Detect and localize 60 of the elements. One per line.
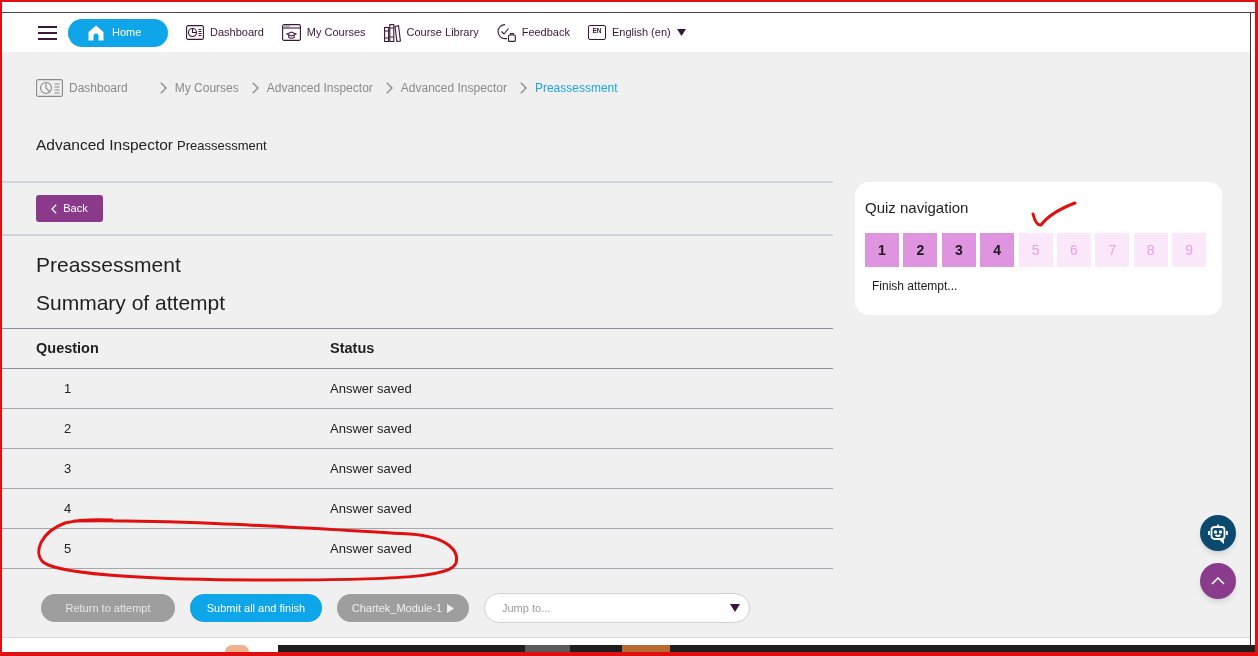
nav-link[interactable]: Feedback	[496, 23, 570, 42]
table-cell-text: Answer saved	[330, 419, 412, 438]
question-button[interactable]: 2	[903, 233, 938, 267]
menu-icon[interactable]	[38, 25, 57, 40]
return-button[interactable]: Return to attempt	[41, 594, 175, 622]
chevron-right-icon	[519, 82, 527, 94]
breadcrumb-link[interactable]: Dashboard	[69, 79, 128, 97]
caret-down-icon	[676, 29, 686, 36]
question-button[interactable]: 3	[941, 233, 976, 267]
column-header: Question	[35, 338, 100, 358]
finish-attempt-link[interactable]: Finish attempt...	[872, 277, 958, 295]
page-title: Advanced Inspector	[36, 135, 173, 155]
robot-icon	[1207, 522, 1229, 544]
table-cell-text: 1	[63, 379, 73, 398]
nav-link[interactable]: Dashboard	[186, 24, 264, 41]
play-icon	[447, 603, 455, 613]
chevron-up-icon	[1211, 577, 1225, 585]
table-cell-text: 5	[63, 539, 73, 558]
chart-panel-icon	[186, 25, 204, 40]
table-cell-text: Answer saved	[330, 459, 412, 478]
chart-panel-icon	[36, 79, 63, 97]
table-cell-text: Answer saved	[330, 379, 412, 398]
chevron-right-icon	[251, 82, 259, 94]
table-cell-text: Answer saved	[330, 539, 412, 558]
question-button[interactable]: 4	[980, 233, 1015, 267]
chevron-right-icon	[385, 82, 393, 94]
page-subtitle: Preassessment	[177, 137, 267, 155]
section-heading: Preassessment	[36, 252, 181, 278]
breadcrumb-link[interactable]: Advanced Inspector	[400, 79, 507, 97]
question-button[interactable]: 8	[1133, 233, 1168, 267]
chevron-right-icon	[159, 82, 167, 94]
breadcrumb-link[interactable]: Advanced Inspector	[266, 79, 373, 97]
next-activity-button[interactable]: Chartek_Module-1	[337, 594, 469, 622]
question-button[interactable]: 6	[1056, 233, 1091, 267]
submit-button[interactable]: Submit all and finish	[190, 594, 322, 622]
home-icon	[88, 24, 104, 41]
nav-link[interactable]: My Courses	[281, 24, 366, 41]
section-subheading: Summary of attempt	[36, 290, 226, 316]
nav-link[interactable]: Course Library	[383, 23, 479, 42]
column-header: Status	[330, 338, 375, 358]
table-cell-text: Answer saved	[330, 499, 412, 518]
jump-to-select[interactable]: Jump to...	[484, 593, 750, 623]
back-button[interactable]: Back	[36, 195, 103, 222]
question-button[interactable]: 7	[1095, 233, 1130, 267]
breadcrumb-link[interactable]: Preassessment	[534, 79, 618, 97]
caret-down-icon	[730, 604, 740, 612]
table-cell-text: 2	[63, 419, 73, 438]
check-mark-icon	[1031, 201, 1077, 227]
chevron-left-icon	[51, 203, 58, 214]
table-cell-text: 4	[63, 499, 73, 518]
graduation-cap-window-icon	[281, 24, 301, 41]
bookshelf-icon	[383, 23, 401, 42]
question-button[interactable]: 5	[1018, 233, 1053, 267]
table-cell-text: 3	[63, 459, 73, 478]
breadcrumb-link[interactable]: My Courses	[174, 79, 239, 97]
check-bubble-icon	[496, 23, 516, 42]
question-button[interactable]: 1	[865, 233, 899, 267]
card-title: Quiz navigation	[865, 198, 969, 218]
home-button[interactable]: Home	[68, 18, 168, 47]
question-button[interactable]: 9	[1172, 233, 1207, 267]
